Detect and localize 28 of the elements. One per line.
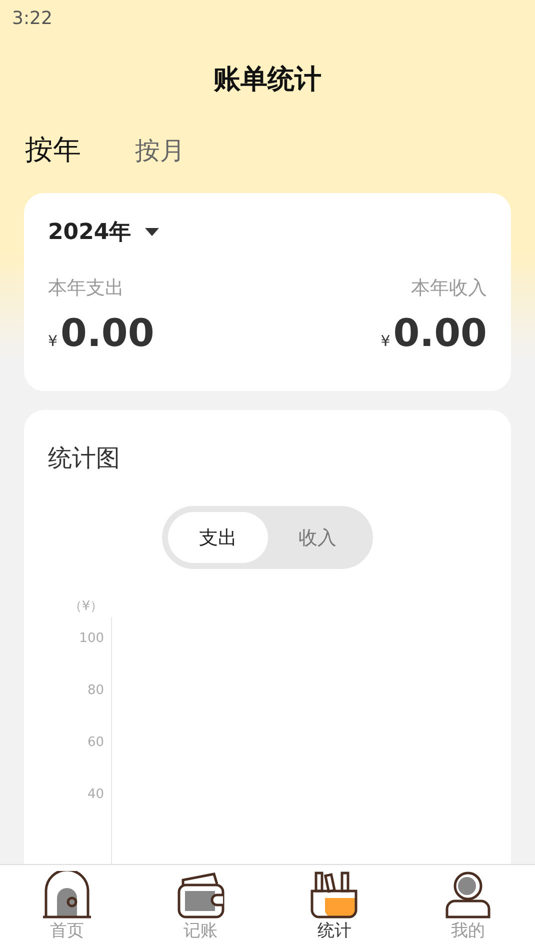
- period-tab[interactable]: 按月: [135, 134, 185, 167]
- axis-tick-label: 40: [87, 787, 104, 803]
- nav-item[interactable]: 首页: [0, 865, 134, 951]
- toggle-option[interactable]: 收入: [268, 512, 367, 563]
- status-time: 3:22: [12, 8, 52, 29]
- year-dropdown[interactable]: 2024年: [48, 217, 160, 247]
- pencil-cup-icon: [309, 871, 360, 919]
- axis-tick-label: 100: [79, 631, 104, 647]
- axis-tick-label: 80: [87, 683, 104, 699]
- currency-sign: ¥: [48, 332, 58, 350]
- expense-label: 本年支出: [48, 276, 124, 301]
- currency-sign: ¥: [380, 332, 390, 350]
- axis-tick-label: 60: [87, 735, 104, 751]
- person-icon: [443, 871, 494, 919]
- door-icon: [42, 871, 92, 919]
- expense-amount: 0.00: [60, 311, 154, 355]
- wallet-icon: [176, 871, 226, 919]
- nav-item[interactable]: 记账: [134, 865, 268, 951]
- chart-title: 统计图: [48, 443, 121, 474]
- nav-item[interactable]: 统计: [268, 865, 402, 951]
- caret-icon: [145, 228, 160, 236]
- period-tab[interactable]: 按年: [25, 131, 81, 169]
- income-label: 本年收入: [411, 276, 487, 301]
- page-title: 账单统计: [212, 66, 322, 93]
- toggle-option[interactable]: 支出: [168, 512, 268, 563]
- income-amount: 0.00: [393, 311, 487, 355]
- nav-item[interactable]: 我的: [401, 865, 535, 951]
- axis-unit: （¥）: [68, 598, 104, 615]
